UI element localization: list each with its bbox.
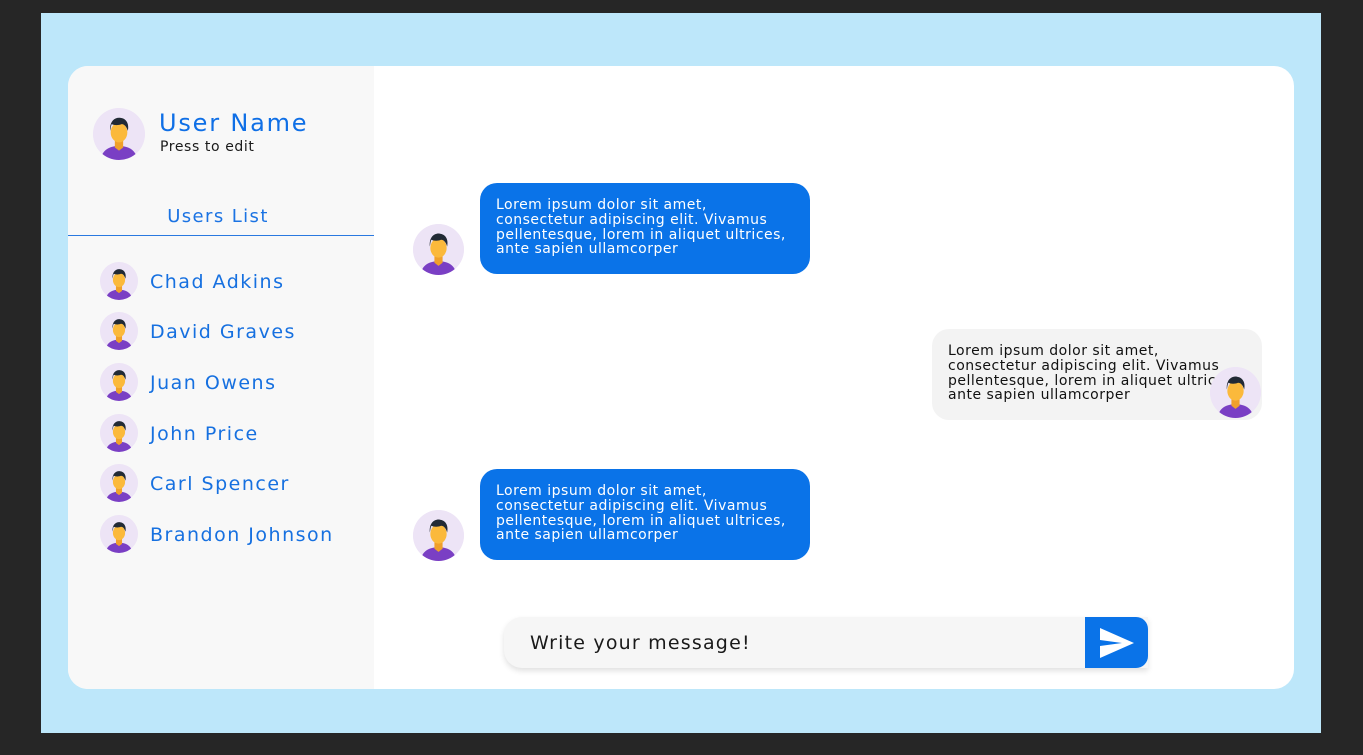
user-name: Brandon Johnson <box>150 524 334 546</box>
profile-edit-hint[interactable]: Press to edit <box>160 139 254 155</box>
user-name: David Graves <box>150 321 296 343</box>
users-list-divider <box>68 235 374 236</box>
user-avatar-icon <box>1210 367 1261 418</box>
list-item[interactable]: Juan Owens <box>100 363 370 403</box>
user-avatar-icon <box>100 464 138 502</box>
send-icon <box>1099 627 1134 658</box>
message-bubble-incoming: Lorem ipsum dolor sit amet, consectetur … <box>480 469 810 560</box>
user-avatar-icon <box>413 224 464 275</box>
user-avatar <box>100 414 138 452</box>
profile-avatar[interactable] <box>93 108 145 160</box>
chat-window: User Name Press to edit Users List Chad … <box>68 66 1294 689</box>
app-background: User Name Press to edit Users List Chad … <box>41 13 1321 733</box>
message-bubble-outgoing: Lorem ipsum dolor sit amet, consectetur … <box>932 329 1262 420</box>
user-avatar-icon <box>100 262 138 300</box>
user-name: Juan Owens <box>150 372 277 394</box>
message-bubble-incoming: Lorem ipsum dolor sit amet, consectetur … <box>480 183 810 274</box>
user-avatar-icon <box>100 363 138 401</box>
user-name: Chad Adkins <box>150 271 285 293</box>
message-avatar <box>413 224 464 275</box>
user-name: Carl Spencer <box>150 473 290 495</box>
user-avatar <box>100 464 138 502</box>
list-item[interactable]: David Graves <box>100 312 370 352</box>
user-avatar-icon <box>100 312 138 350</box>
message-composer <box>504 617 1148 668</box>
list-item[interactable]: John Price <box>100 414 370 454</box>
list-item[interactable]: Brandon Johnson <box>100 515 370 555</box>
list-item[interactable]: Carl Spencer <box>100 464 370 504</box>
chat-panel: Lorem ipsum dolor sit amet, consectetur … <box>374 66 1294 689</box>
message-avatar <box>413 510 464 561</box>
message-avatar <box>1210 367 1261 418</box>
user-avatar <box>100 312 138 350</box>
user-avatar <box>100 262 138 300</box>
user-avatar-icon <box>100 414 138 452</box>
user-avatar-icon <box>100 515 138 553</box>
message-input[interactable] <box>504 617 1086 668</box>
list-item[interactable]: Chad Adkins <box>100 262 370 302</box>
users-list-title: Users List <box>167 206 269 227</box>
user-name: John Price <box>150 423 259 445</box>
sidebar: User Name Press to edit Users List Chad … <box>68 66 374 689</box>
user-avatar-icon <box>93 108 145 160</box>
user-avatar <box>100 363 138 401</box>
user-avatar <box>100 515 138 553</box>
profile-name[interactable]: User Name <box>159 109 308 137</box>
send-button[interactable] <box>1085 617 1148 668</box>
user-avatar-icon <box>413 510 464 561</box>
